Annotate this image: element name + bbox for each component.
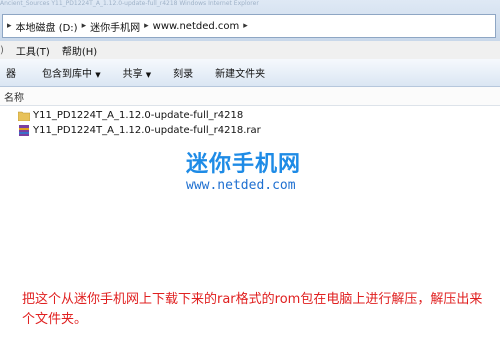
address-field[interactable]: ▸ 本地磁盘 (D:) ▸ 迷你手机网 ▸ www.netded.com ▸ <box>2 14 496 38</box>
window-title-ghost: Ancient_Sources Y11_PD1224T_A_1.12.0-upd… <box>0 0 259 7</box>
instruction-caption: 把这个从迷你手机网上下载下来的rar格式的rom包在电脑上进行解压，解压出来个文… <box>22 292 483 327</box>
new-folder-button[interactable]: 新建文件夹 <box>209 63 271 82</box>
folder-icon <box>18 111 30 121</box>
organize-button[interactable]: 器 <box>0 63 22 82</box>
column-header: 名称 <box>0 87 500 106</box>
file-name: Y11_PD1224T_A_1.12.0-update-full_r4218 <box>33 110 244 121</box>
dropdown-arrow-icon: ▼ <box>145 71 152 79</box>
command-toolbar: 器 包含到库中 ▼ 共享 ▼ 刻录 新建文件夹 <box>0 59 500 87</box>
include-in-library-label: 包含到库中 <box>42 69 92 80</box>
menu-help[interactable]: 帮助(H) <box>62 43 97 58</box>
rar-archive-icon <box>19 125 29 136</box>
site-watermark-url: www.netded.com <box>186 178 296 193</box>
breadcrumb-drive[interactable]: 本地磁盘 (D:) <box>16 19 78 34</box>
breadcrumb-folder[interactable]: 迷你手机网 <box>90 19 140 34</box>
chevron-right-icon[interactable]: ▸ <box>78 21 91 31</box>
column-name[interactable]: 名称 <box>4 89 24 104</box>
address-bar-area: Ancient_Sources Y11_PD1224T_A_1.12.0-upd… <box>0 0 500 41</box>
menu-bar: ) 工具(T) 帮助(H) <box>0 41 500 59</box>
chevron-right-icon[interactable]: ▸ <box>239 21 252 31</box>
menu-tools[interactable]: 工具(T) <box>16 43 50 58</box>
file-name: Y11_PD1224T_A_1.12.0-update-full_r4218.r… <box>33 125 261 136</box>
dropdown-arrow-icon: ▼ <box>95 71 101 79</box>
share-button[interactable]: 共享 ▼ <box>117 63 158 82</box>
chevron-right-icon[interactable]: ▸ <box>3 21 16 31</box>
site-watermark-title: 迷你手机网 <box>186 152 302 177</box>
include-in-library-button[interactable]: 包含到库中 ▼ <box>36 63 107 82</box>
breadcrumb-subfolder[interactable]: www.netded.com <box>153 21 240 32</box>
file-row-rar[interactable]: Y11_PD1224T_A_1.12.0-update-full_r4218.r… <box>18 123 261 138</box>
burn-button[interactable]: 刻录 <box>167 63 199 82</box>
share-label: 共享 <box>122 69 143 80</box>
chevron-right-icon[interactable]: ▸ <box>140 21 153 31</box>
menu-cut-off[interactable]: ) <box>0 45 4 56</box>
file-row-folder[interactable]: Y11_PD1224T_A_1.12.0-update-full_r4218 <box>18 108 243 123</box>
